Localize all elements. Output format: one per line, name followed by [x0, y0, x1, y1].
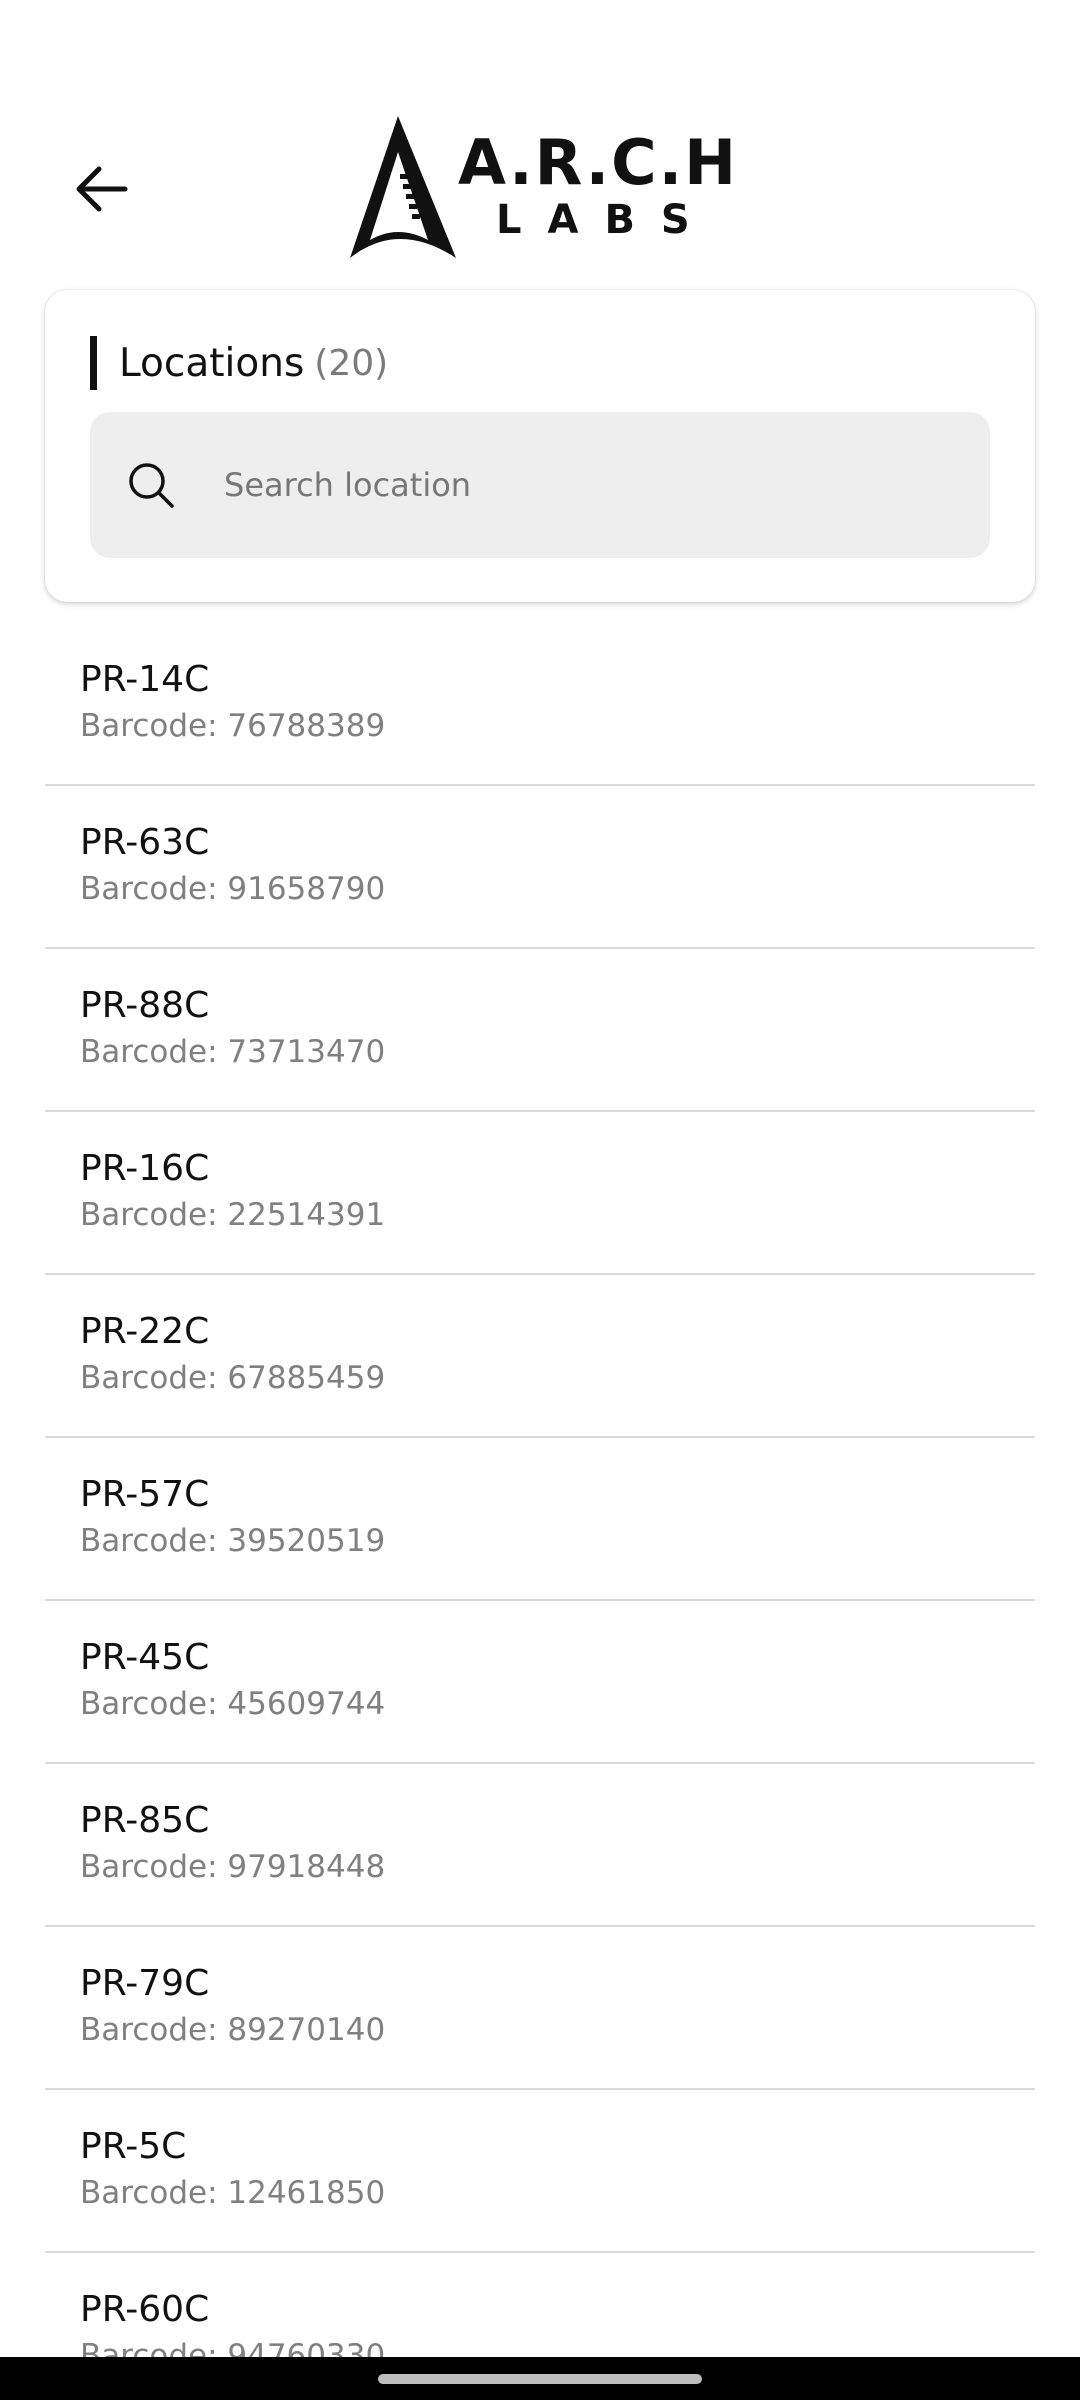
location-name: PR-79C	[80, 1963, 210, 2004]
location-name: PR-5C	[80, 2126, 187, 2167]
list-item[interactable]: PR-57C Barcode: 39520519	[45, 1438, 1035, 1601]
arrowhead-logo-icon	[350, 116, 456, 258]
locations-card: Locations (20)	[45, 290, 1035, 602]
location-barcode: Barcode: 73713470	[80, 1034, 386, 1070]
location-barcode: Barcode: 76788389	[80, 708, 386, 744]
location-barcode: Barcode: 12461850	[80, 2175, 386, 2211]
locations-screen: A.R.C.H LABS Locations (20) PR-14C Barco…	[0, 0, 1080, 2400]
location-name: PR-88C	[80, 985, 210, 1026]
location-name: PR-57C	[80, 1474, 210, 1515]
locations-count: (20)	[314, 342, 389, 384]
location-barcode: Barcode: 89270140	[80, 2012, 386, 2048]
card-title-row: Locations (20)	[90, 336, 388, 390]
locations-list: PR-14C Barcode: 76788389 PR-63C Barcode:…	[45, 623, 1035, 2400]
title-accent-bar	[90, 336, 97, 390]
location-barcode: Barcode: 97918448	[80, 1849, 386, 1885]
location-barcode: Barcode: 45609744	[80, 1686, 386, 1722]
header: A.R.C.H LABS	[0, 100, 1080, 275]
list-item[interactable]: PR-85C Barcode: 97918448	[45, 1764, 1035, 1927]
location-name: PR-45C	[80, 1637, 210, 1678]
location-name: PR-14C	[80, 659, 210, 700]
list-item[interactable]: PR-63C Barcode: 91658790	[45, 786, 1035, 949]
page-title: Locations	[119, 340, 305, 386]
list-item[interactable]: PR-14C Barcode: 76788389	[45, 623, 1035, 786]
location-name: PR-16C	[80, 1148, 210, 1189]
location-barcode: Barcode: 67885459	[80, 1360, 386, 1396]
logo-text-bottom: LABS	[496, 197, 716, 243]
back-button[interactable]	[56, 144, 146, 234]
arch-labs-logo: A.R.C.H LABS	[348, 112, 738, 262]
location-barcode: Barcode: 39520519	[80, 1523, 386, 1559]
list-item[interactable]: PR-79C Barcode: 89270140	[45, 1927, 1035, 2090]
search-icon	[129, 463, 174, 508]
search-input[interactable]	[222, 465, 926, 505]
list-item[interactable]: PR-22C Barcode: 67885459	[45, 1275, 1035, 1438]
location-name: PR-63C	[80, 822, 210, 863]
location-name: PR-22C	[80, 1311, 210, 1352]
search-bar[interactable]	[90, 412, 990, 558]
location-barcode: Barcode: 91658790	[80, 871, 386, 907]
list-item[interactable]: PR-5C Barcode: 12461850	[45, 2090, 1035, 2253]
logo-text-top: A.R.C.H	[458, 126, 739, 199]
system-nav-bar	[0, 2357, 1080, 2400]
location-name: PR-60C	[80, 2289, 210, 2330]
arrow-left-icon	[76, 166, 128, 212]
list-item[interactable]: PR-45C Barcode: 45609744	[45, 1601, 1035, 1764]
location-barcode: Barcode: 22514391	[80, 1197, 386, 1233]
location-name: PR-85C	[80, 1800, 210, 1841]
list-item[interactable]: PR-88C Barcode: 73713470	[45, 949, 1035, 1112]
home-gesture-handle[interactable]	[378, 2374, 702, 2384]
list-item[interactable]: PR-16C Barcode: 22514391	[45, 1112, 1035, 1275]
